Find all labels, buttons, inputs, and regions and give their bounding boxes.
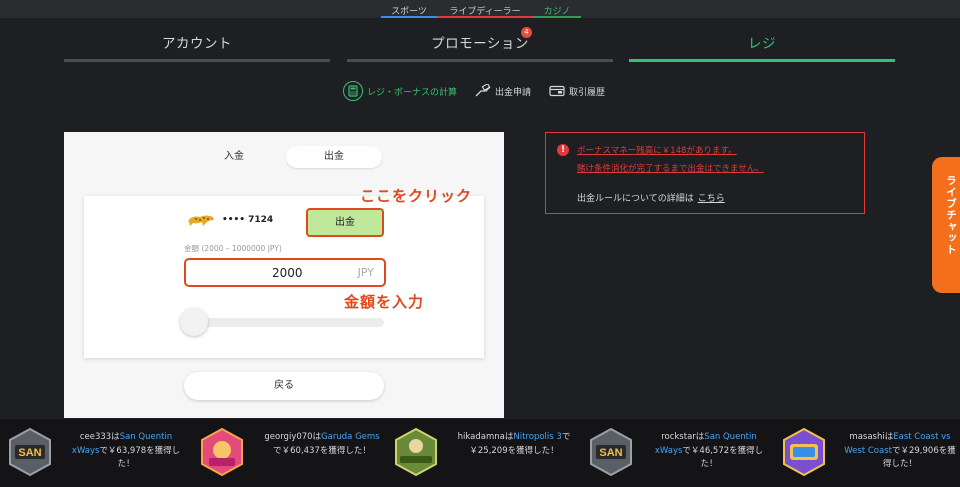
withdraw-tab[interactable]: 出金 [286, 146, 382, 168]
nitropolis-icon [394, 427, 438, 477]
withdraw-panel: 入金 出金 •••• 7124 出金 金額 (2000 – 1000000 JP… [64, 132, 504, 418]
ticker-tail: で￥60,437を獲得した！ [273, 445, 371, 456]
live-chat-button[interactable]: ライブチャット [932, 157, 960, 293]
main-nav: アカウント プロモーション レジ [0, 28, 960, 62]
exclamation-icon: ! [557, 144, 569, 156]
click-here-annotation: ここをクリック [360, 187, 473, 205]
ticker-game[interactable]: Garuda Gems [321, 432, 380, 442]
amount-field[interactable]: 2000 JPY [184, 258, 386, 287]
san-quentin-icon: SAN [8, 427, 52, 477]
promotion-badge: 4 [521, 27, 532, 38]
hand-money-icon [475, 84, 491, 98]
withdraw-rules-text: 出金ルールについての詳細は こちら [577, 191, 725, 204]
ticker-item[interactable]: SAN rockstarはSan Quentin xWaysで￥46,572を獲… [587, 419, 777, 487]
ticker-tail: で￥29,906を獲得した！ [882, 445, 956, 470]
nav-cashier[interactable]: レジ [629, 28, 895, 62]
withdraw-rules-label: 出金ルールについての詳細は [577, 194, 694, 204]
ticker-item[interactable]: georgiy070はGaruda Gems で￥60,437を獲得した！ [196, 419, 386, 487]
amount-slider-track[interactable] [184, 318, 384, 327]
ticker-item[interactable]: SAN cee333はSan Quentin xWaysで￥63,978を獲得し… [0, 419, 190, 487]
deposit-tab[interactable]: 入金 [200, 146, 268, 168]
ticker-game[interactable]: Nitropolis 3 [513, 432, 561, 442]
tab-live-dealer[interactable]: ライブディーラー [437, 0, 533, 18]
ticker-user: hikadamna [457, 432, 505, 442]
ticker-text: masashiはEast Coast vs West Coastで￥29,906… [842, 431, 958, 472]
amount-label: 金額 (2000 – 1000000 JPY) [184, 244, 282, 253]
ticker-mid: は [884, 432, 894, 442]
warning-line-2: 賭け条件消化が完了するまで出金はできません。 [577, 164, 764, 174]
ticker-text: georgiy070はGaruda Gems で￥60,437を獲得した！ [262, 431, 382, 458]
ticker-user: cee333 [79, 432, 112, 442]
ticker-user: georgiy070 [264, 432, 313, 442]
ticker-text: cee333はSan Quentin xWaysで￥63,978を獲得した！ [66, 431, 186, 472]
ticker-text: rockstarはSan Quentin xWaysで￥46,572を獲得した！ [649, 431, 769, 472]
sub-tab-withdraw-request[interactable]: 出金申請 [475, 84, 531, 98]
nav-promotion[interactable]: プロモーション [347, 28, 613, 62]
sub-tab-bonus-calc-label: レジ・ボーナスの計算 [367, 87, 458, 98]
ticker-user: masashi [849, 432, 885, 442]
sub-tab-bonus-calc[interactable]: レジ・ボーナスの計算 [343, 81, 457, 101]
top-bar: スポーツ ライブディーラー カジノ [0, 0, 960, 18]
withdraw-rules-link[interactable]: こちら [698, 194, 725, 204]
nav-account-label: アカウント [162, 36, 232, 52]
card-number: •••• 7124 [222, 215, 274, 225]
amount-unit: JPY [357, 266, 374, 279]
calculator-icon [343, 81, 363, 101]
ticker-tail: で￥46,572を獲得した！ [682, 445, 764, 470]
warning-line-1: ボーナスマネー残高に￥148があります。 [577, 146, 737, 156]
ticker-text: hikadamnaはNitropolis 3で￥25,209を獲得した！ [454, 431, 574, 458]
svg-text:SAN: SAN [18, 447, 41, 459]
back-button[interactable]: 戻る [184, 372, 384, 400]
enter-amount-annotation: 金額を入力 [344, 293, 425, 311]
nav-promotion-label: プロモーション [431, 36, 529, 52]
ticker-mid: は [312, 432, 322, 442]
sub-tab-history-label: 取引履歴 [569, 87, 606, 98]
nav-account[interactable]: アカウント [64, 28, 330, 62]
san-quentin-icon: SAN [589, 427, 633, 477]
amount-slider-handle[interactable] [180, 308, 208, 336]
ticker-user: rockstar [661, 432, 696, 442]
sub-tab-history[interactable]: 取引履歴 [549, 85, 605, 98]
tab-sports[interactable]: スポーツ [381, 0, 437, 18]
withdraw-button[interactable]: 出金 [306, 208, 384, 237]
wallet-icon [549, 85, 565, 97]
cashier-sub-nav: レジ・ボーナスの計算 出金申請 取引履歴 [343, 80, 623, 102]
ticker-item[interactable]: hikadamnaはNitropolis 3で￥25,209を獲得した！ [392, 419, 582, 487]
live-chat-label: ライブチャット [945, 175, 957, 256]
winners-ticker: SAN cee333はSan Quentin xWaysで￥63,978を獲得し… [0, 419, 960, 487]
sub-tab-withdraw-request-label: 出金申請 [495, 87, 532, 98]
tab-casino[interactable]: カジノ [533, 0, 581, 18]
nav-cashier-label: レジ [748, 36, 776, 52]
ticker-item[interactable]: masashiはEast Coast vs West Coastで￥29,906… [780, 419, 960, 487]
leopard-logo-icon [186, 212, 216, 226]
svg-text:SAN: SAN [599, 447, 622, 459]
garuda-gems-icon [200, 427, 244, 477]
amount-value: 2000 [272, 266, 303, 280]
payment-card: •••• 7124 出金 金額 (2000 – 1000000 JPY) 200… [84, 196, 484, 358]
east-west-coast-icon [782, 427, 826, 477]
top-tabs: スポーツ ライブディーラー カジノ [381, 0, 581, 18]
ticker-mid: は [111, 432, 120, 442]
bonus-warning-box: ! ボーナスマネー残高に￥148があります。 賭け条件消化が完了するまで出金はで… [545, 132, 865, 214]
ticker-tail: で￥63,978を獲得した！ [99, 445, 181, 470]
